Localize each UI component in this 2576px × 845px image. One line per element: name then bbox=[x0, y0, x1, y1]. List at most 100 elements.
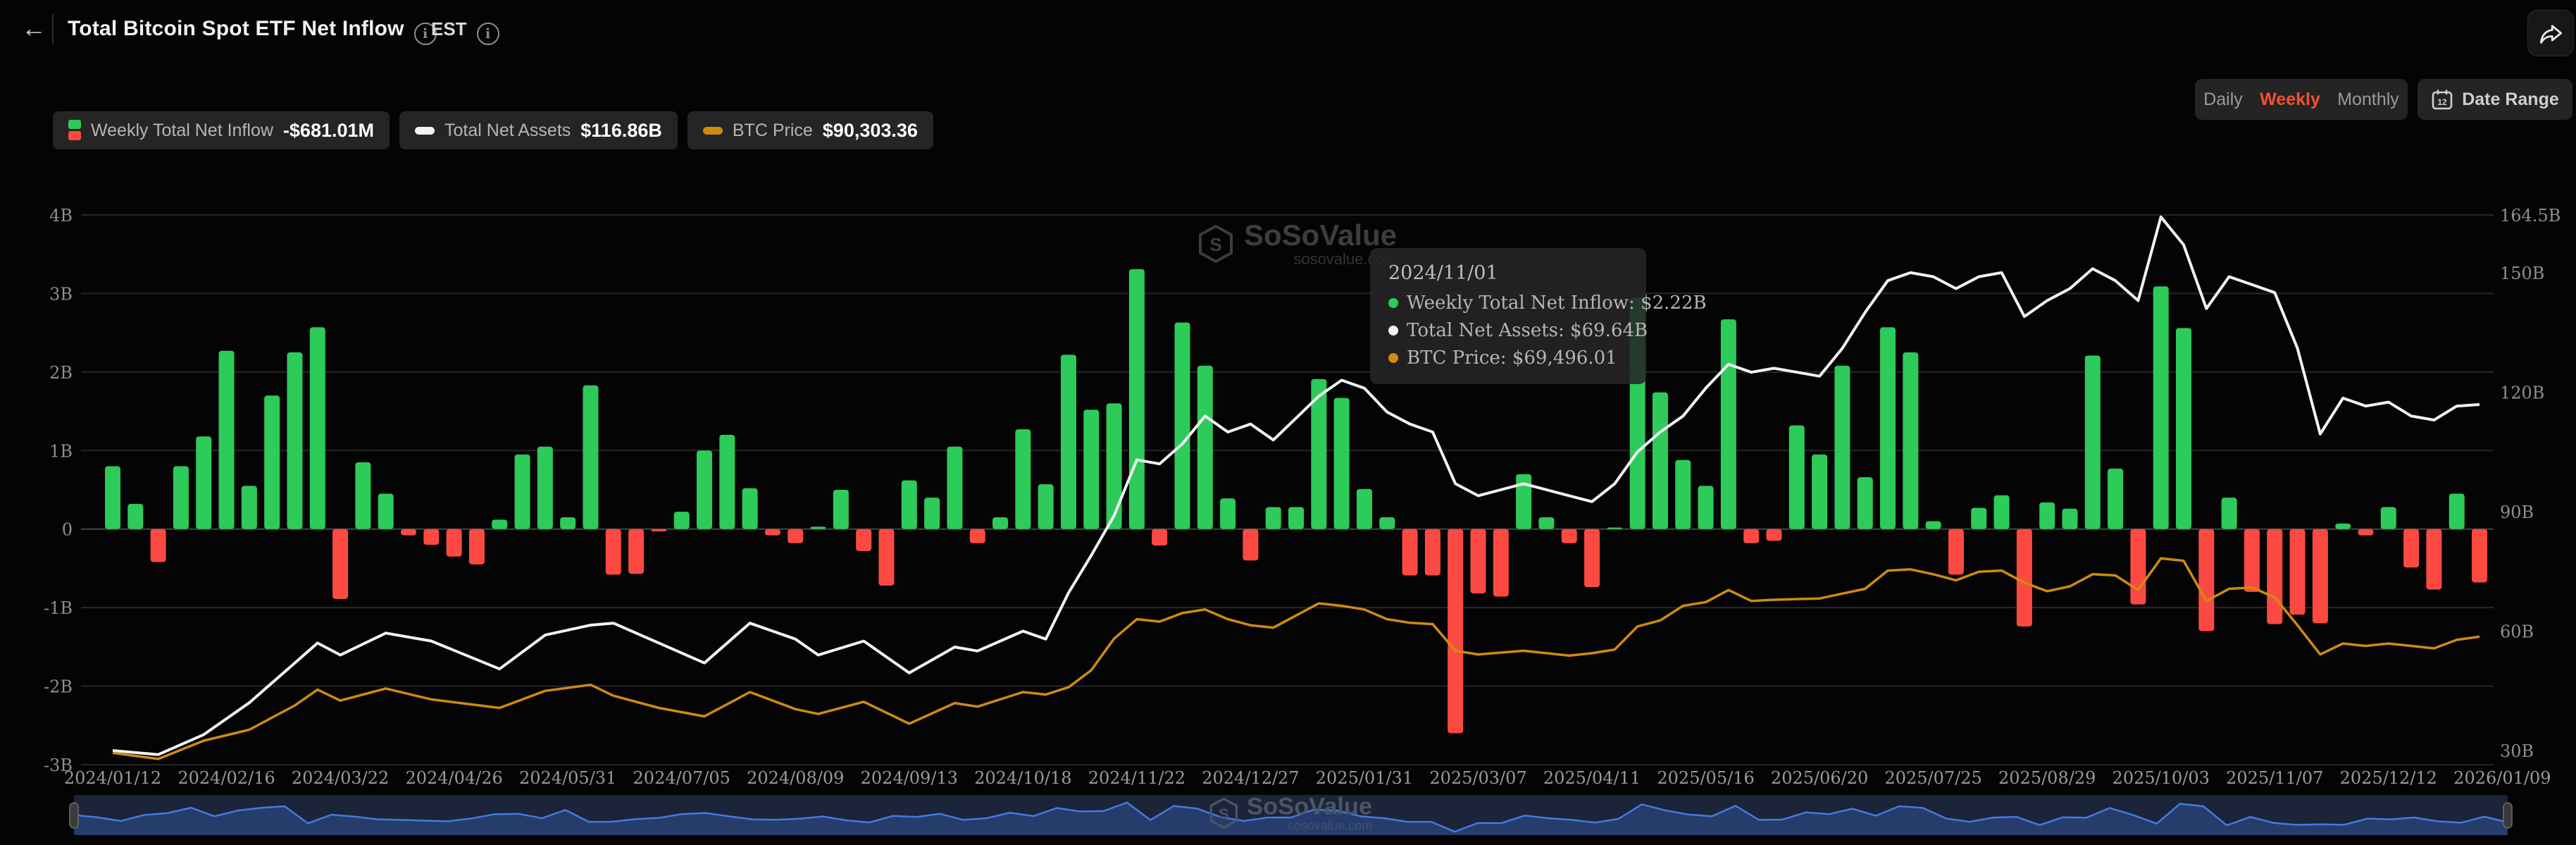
inflow-bar[interactable] bbox=[2085, 355, 2101, 529]
inflow-bar[interactable] bbox=[1926, 522, 1941, 529]
tab-daily[interactable]: Daily bbox=[2199, 90, 2247, 110]
inflow-bar[interactable] bbox=[1743, 529, 1759, 543]
inflow-bar[interactable] bbox=[1015, 429, 1031, 529]
inflow-bar[interactable] bbox=[697, 450, 712, 529]
inflow-bar[interactable] bbox=[2313, 529, 2328, 624]
inflow-bar[interactable] bbox=[1562, 529, 1577, 543]
tab-weekly[interactable]: Weekly bbox=[2255, 90, 2325, 110]
inflow-bar[interactable] bbox=[970, 529, 985, 543]
inflow-bar[interactable] bbox=[2062, 509, 2077, 529]
inflow-bar[interactable] bbox=[878, 529, 894, 586]
inflow-bar[interactable] bbox=[1903, 352, 1918, 529]
inflow-bar[interactable] bbox=[1675, 460, 1691, 529]
share-button[interactable] bbox=[2527, 10, 2574, 56]
inflow-bar[interactable] bbox=[1948, 529, 1964, 575]
inflow-bar[interactable] bbox=[1493, 529, 1509, 597]
inflow-bar[interactable] bbox=[515, 455, 530, 529]
inflow-bar[interactable] bbox=[1789, 426, 1805, 529]
back-button[interactable]: ← bbox=[18, 13, 49, 44]
inflow-bar[interactable] bbox=[1107, 403, 1122, 529]
inflow-bar[interactable] bbox=[1653, 393, 1668, 529]
inflow-bar[interactable] bbox=[560, 517, 575, 529]
inflow-bar[interactable] bbox=[1288, 507, 1304, 529]
inflow-bar[interactable] bbox=[2267, 529, 2282, 624]
inflow-bar[interactable] bbox=[1607, 527, 1622, 529]
inflow-bar[interactable] bbox=[1425, 529, 1441, 576]
legend-chip-btc-price[interactable]: BTC Price $90,303.36 bbox=[687, 111, 933, 149]
inflow-bar[interactable] bbox=[1266, 507, 1281, 529]
inflow-bar[interactable] bbox=[1834, 366, 1850, 529]
navigator-right-handle[interactable] bbox=[2503, 803, 2512, 828]
inflow-bar[interactable] bbox=[492, 519, 507, 529]
inflow-bar[interactable] bbox=[765, 529, 780, 536]
inflow-bar[interactable] bbox=[628, 529, 644, 574]
inflow-bar[interactable] bbox=[1243, 529, 1258, 561]
navigator-left-handle[interactable] bbox=[70, 803, 78, 828]
inflow-bar[interactable] bbox=[2130, 529, 2146, 605]
inflow-bar[interactable] bbox=[1698, 486, 1714, 529]
inflow-bar[interactable] bbox=[674, 512, 690, 529]
inflow-bar[interactable] bbox=[355, 462, 371, 529]
inflow-bar[interactable] bbox=[423, 529, 439, 545]
inflow-bar[interactable] bbox=[1971, 508, 1986, 529]
inflow-bar[interactable] bbox=[127, 504, 143, 529]
inflow-bar[interactable] bbox=[1061, 354, 1076, 529]
inflow-bar[interactable] bbox=[1152, 529, 1167, 545]
inflow-bar[interactable] bbox=[173, 467, 189, 529]
inflow-bar[interactable] bbox=[287, 352, 302, 529]
inflow-bar[interactable] bbox=[1038, 484, 1054, 529]
inflow-bar[interactable] bbox=[742, 488, 758, 529]
inflow-bar[interactable] bbox=[1584, 529, 1600, 587]
inflow-bar[interactable] bbox=[219, 351, 235, 529]
inflow-bar[interactable] bbox=[788, 529, 803, 543]
inflow-bar[interactable] bbox=[583, 386, 598, 529]
inflow-bar[interactable] bbox=[1357, 489, 1372, 529]
inflow-bar[interactable] bbox=[1197, 366, 1213, 529]
inflow-bar[interactable] bbox=[1880, 327, 1896, 529]
inflow-bar[interactable] bbox=[2358, 529, 2373, 536]
inflow-bar[interactable] bbox=[2176, 328, 2191, 529]
inflow-bar[interactable] bbox=[1538, 517, 1554, 529]
inflow-bar[interactable] bbox=[2335, 524, 2351, 529]
inflow-bar[interactable] bbox=[1334, 398, 1350, 529]
inflow-bar[interactable] bbox=[2108, 469, 2123, 529]
inflow-bar[interactable] bbox=[1402, 529, 1418, 576]
inflow-bar[interactable] bbox=[2039, 502, 2055, 529]
inflow-bar[interactable] bbox=[469, 529, 485, 565]
inflow-bar[interactable] bbox=[2290, 529, 2306, 615]
inflow-bar[interactable] bbox=[1083, 409, 1099, 529]
inflow-bar[interactable] bbox=[2153, 286, 2169, 529]
inflow-bar[interactable] bbox=[1721, 319, 1736, 529]
inflow-bar[interactable] bbox=[2449, 494, 2465, 529]
inflow-bar[interactable] bbox=[1470, 529, 1486, 593]
inflow-bar[interactable] bbox=[719, 435, 735, 529]
inflow-bar[interactable] bbox=[332, 529, 348, 599]
inflow-bar[interactable] bbox=[1448, 529, 1463, 734]
inflow-bar[interactable] bbox=[1766, 529, 1781, 541]
inflow-bar[interactable] bbox=[1812, 455, 1827, 529]
inflow-bar[interactable] bbox=[447, 529, 462, 557]
inflow-bar[interactable] bbox=[105, 467, 120, 529]
inflow-bar[interactable] bbox=[1220, 498, 1236, 529]
inflow-bar[interactable] bbox=[1129, 269, 1145, 529]
inflow-bar[interactable] bbox=[1994, 495, 2010, 529]
legend-chip-total-net-assets[interactable]: Total Net Assets $116.86B bbox=[399, 111, 678, 149]
inflow-bar[interactable] bbox=[811, 526, 826, 529]
inflow-bar[interactable] bbox=[2403, 529, 2419, 568]
inflow-bar[interactable] bbox=[2472, 529, 2487, 583]
inflow-bar[interactable] bbox=[2017, 529, 2032, 627]
inflow-bar[interactable] bbox=[1379, 517, 1395, 529]
inflow-bar[interactable] bbox=[151, 529, 166, 562]
timezone-info-icon[interactable]: i bbox=[477, 23, 499, 45]
tab-monthly[interactable]: Monthly bbox=[2333, 90, 2403, 110]
inflow-bar[interactable] bbox=[2426, 529, 2441, 590]
inflow-bar[interactable] bbox=[2381, 507, 2396, 529]
inflow-bar[interactable] bbox=[537, 447, 553, 529]
inflow-bar[interactable] bbox=[902, 481, 917, 529]
inflow-bar[interactable] bbox=[310, 327, 325, 529]
inflow-bar[interactable] bbox=[606, 529, 621, 575]
inflow-bar[interactable] bbox=[1174, 323, 1190, 529]
legend-chip-net-inflow[interactable]: Weekly Total Net Inflow -$681.01M bbox=[53, 111, 390, 149]
inflow-bar[interactable] bbox=[833, 490, 849, 529]
inflow-bar[interactable] bbox=[378, 494, 394, 529]
